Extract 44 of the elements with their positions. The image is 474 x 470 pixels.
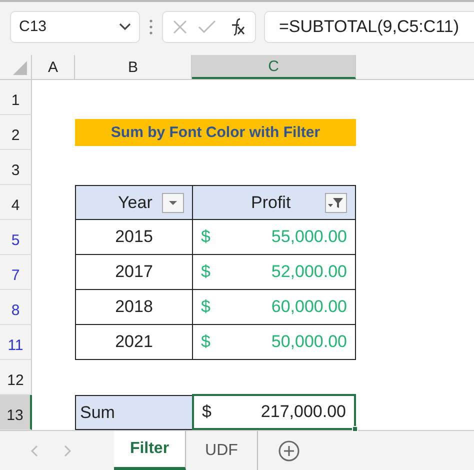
row-header[interactable]: 1 [0, 80, 32, 115]
sheet-tab[interactable]: Filter [114, 431, 186, 470]
column-label: Profit [251, 192, 291, 212]
row-header[interactable]: 7 [0, 255, 32, 290]
year-text: 2015 [114, 227, 154, 247]
currency-symbol: $ [202, 402, 212, 422]
row-header[interactable]: 11 [0, 325, 32, 360]
amount-text: 52,000.00 [271, 262, 347, 282]
chevron-down-icon [119, 22, 131, 30]
row-header[interactable]: 5 [0, 220, 32, 255]
year-text: 2017 [114, 262, 154, 282]
row-header[interactable]: 13 [0, 395, 32, 430]
year-text: 2021 [114, 332, 154, 352]
filter-button[interactable] [162, 192, 184, 212]
currency-symbol: $ [201, 297, 210, 317]
column-label: Year [118, 192, 152, 212]
filter-button[interactable] [325, 192, 347, 212]
amount-text: 60,000.00 [271, 297, 347, 317]
filter-icon [328, 196, 344, 208]
grip-icon [148, 18, 154, 36]
amount-text: 55,000.00 [271, 227, 347, 247]
currency-symbol: $ [201, 332, 210, 352]
add-sheet-icon[interactable] [278, 440, 300, 462]
amount-text: 217,000.00 [260, 402, 346, 422]
row-header[interactable]: 8 [0, 290, 32, 325]
check-icon[interactable] [198, 20, 216, 34]
year-text: 2018 [114, 297, 154, 317]
name-box[interactable]: C13 [10, 10, 140, 42]
row-header[interactable]: 2 [0, 115, 32, 150]
currency-symbol: $ [201, 227, 210, 247]
selected-cell[interactable]: $ 217,000.00 [192, 394, 356, 430]
dropdown-arrow-icon [168, 200, 178, 206]
amount-text: 50,000.00 [271, 332, 347, 352]
row-header[interactable]: 4 [0, 185, 32, 220]
formula-field[interactable]: =SUBTOTAL(9,C5:C11) [264, 10, 474, 42]
column-header[interactable]: C [192, 55, 356, 79]
title-cell: Sum by Font Color with Filter [75, 119, 356, 146]
row-header[interactable]: 3 [0, 150, 32, 185]
fill-handle[interactable] [352, 426, 358, 432]
sheet-tab[interactable]: UDF [186, 431, 258, 470]
sum-label-cell: Sum [75, 395, 192, 430]
row-header[interactable]: 12 [0, 360, 32, 395]
column-header[interactable]: A [32, 55, 75, 79]
currency-symbol: $ [201, 262, 210, 282]
